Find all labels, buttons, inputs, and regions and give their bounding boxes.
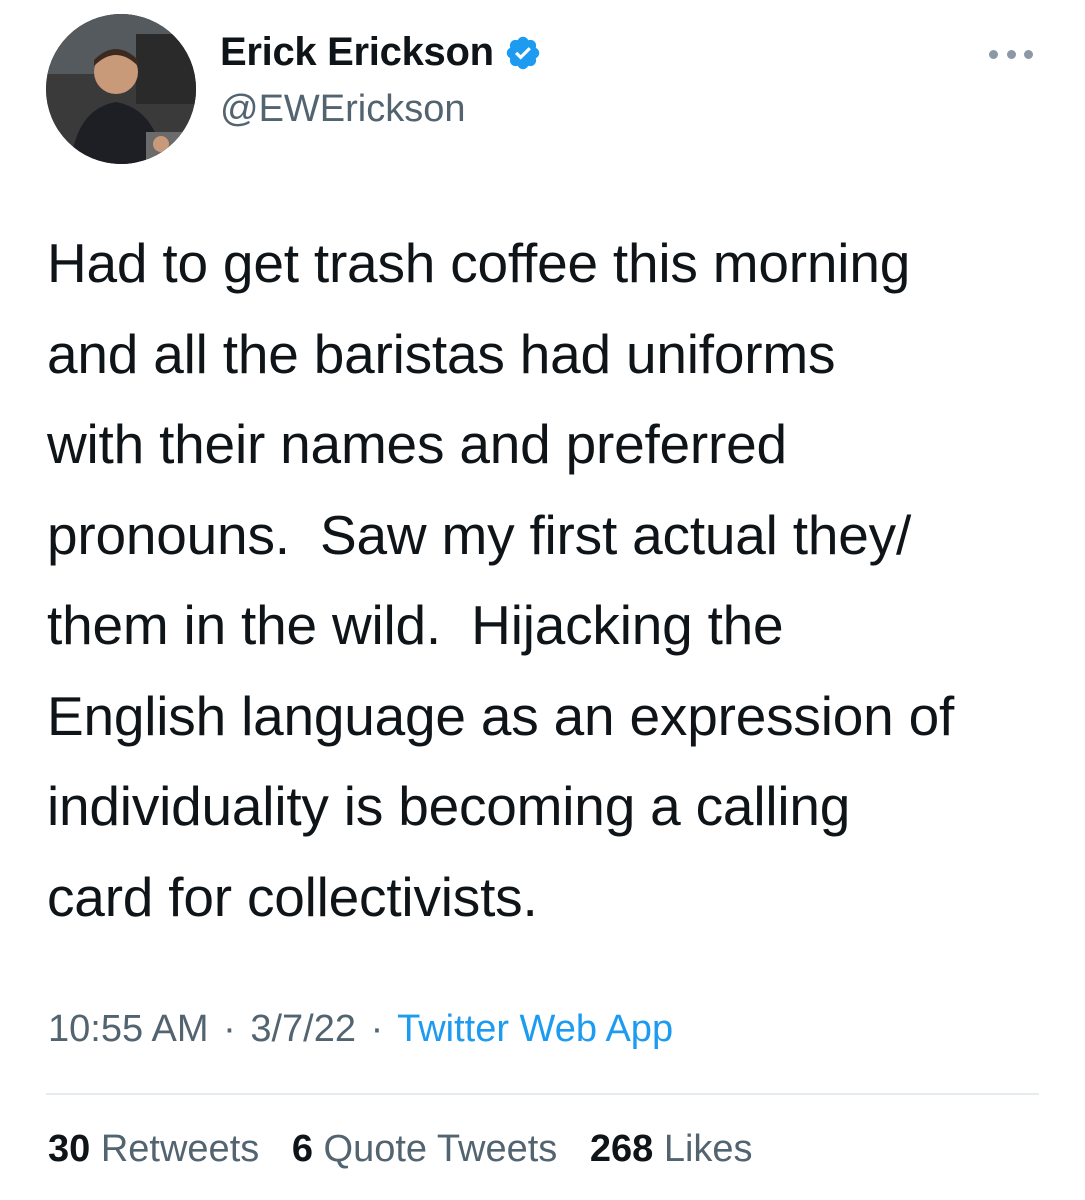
likes-stat[interactable]: 268 Likes: [590, 1128, 753, 1170]
quote-tweets-stat[interactable]: 6 Quote Tweets: [292, 1128, 557, 1170]
avatar[interactable]: [46, 14, 196, 164]
tweet-text: Had to get trash coffee this morning and…: [47, 232, 955, 928]
meta-separator: ·: [223, 1008, 236, 1050]
profile-photo-icon: [46, 14, 196, 164]
retweets-label: Retweets: [100, 1128, 260, 1170]
more-dot: [1024, 49, 1033, 59]
tweet-source-link[interactable]: Twitter Web App: [397, 1008, 673, 1050]
likes-label: Likes: [663, 1128, 753, 1170]
author-handle[interactable]: @EWErickson: [220, 88, 466, 131]
author-display-name[interactable]: Erick Erickson: [220, 30, 494, 75]
tweet-date[interactable]: 3/7/22: [250, 1008, 356, 1050]
tweet-time[interactable]: 10:55 AM: [48, 1008, 209, 1050]
quote-tweets-count: 6: [291, 1128, 313, 1170]
more-dot: [1006, 49, 1016, 59]
more-dot: [989, 49, 998, 59]
divider: [46, 1093, 1039, 1095]
retweets-stat[interactable]: 30 Retweets: [48, 1128, 259, 1170]
more-options-icon[interactable]: [989, 46, 1033, 62]
quote-tweets-label: Quote Tweets: [323, 1128, 558, 1170]
verified-badge-icon: [506, 36, 539, 69]
likes-count: 268: [589, 1128, 654, 1170]
meta-separator: ·: [370, 1008, 384, 1050]
retweets-count: 30: [48, 1128, 91, 1170]
author-name-row: Erick Erickson: [220, 30, 542, 75]
tweet-stats: 30 Retweets 6 Quote Tweets 268 Likes: [48, 1128, 775, 1171]
tweet-detail: Erick Erickson @EWErickson Had to get tr…: [0, 0, 1085, 1200]
tweet-meta: 10:55 AM · 3/7/22 · Twitter Web App: [48, 1008, 673, 1051]
